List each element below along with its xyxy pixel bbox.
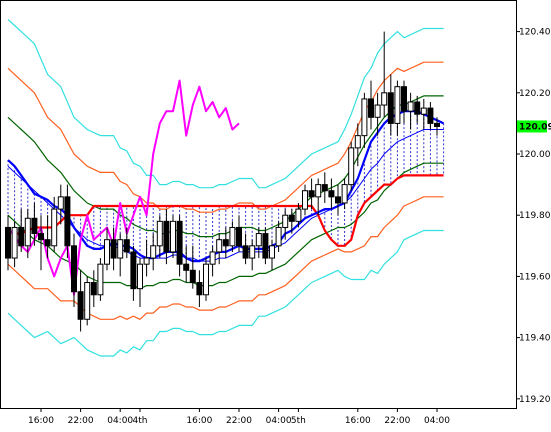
candle-up	[269, 245, 275, 259]
candle-down	[44, 239, 51, 247]
candle-down	[123, 239, 130, 253]
candle-up	[150, 245, 157, 259]
candle-down	[163, 220, 170, 253]
candle-down	[77, 291, 84, 320]
candle-down	[5, 226, 11, 259]
candle-up	[104, 239, 110, 265]
y-tick-label: 119.20	[519, 395, 551, 405]
candle-down	[176, 220, 183, 265]
current-price-marker: 120.09	[517, 120, 551, 132]
candle-up	[137, 263, 143, 290]
candle-down	[189, 269, 196, 284]
candle-down	[328, 190, 335, 198]
candle-down	[130, 251, 137, 290]
candle-up	[209, 251, 216, 265]
candle-down	[242, 245, 249, 259]
candle-up	[348, 147, 355, 186]
candle-down	[308, 190, 315, 198]
candle-down	[64, 196, 71, 247]
candle-down	[183, 263, 190, 271]
candle-up	[394, 86, 401, 124]
y-tick-label: 120.20	[519, 89, 551, 99]
y-tick-label: 119.80	[519, 211, 551, 221]
candle-down	[222, 239, 229, 247]
candle-up	[341, 184, 348, 204]
candle-down	[236, 226, 242, 247]
candle-up	[51, 208, 58, 247]
x-tick-label: 04:00	[266, 416, 292, 426]
candle-up	[354, 135, 361, 149]
candle-up	[282, 214, 289, 228]
candle-down	[196, 282, 203, 296]
candle-down	[434, 122, 440, 127]
candle-down	[335, 196, 341, 204]
candle-down	[71, 245, 77, 293]
x-tick-label: 22:00	[226, 416, 252, 426]
candle-up	[156, 220, 163, 247]
candle-up	[229, 226, 236, 247]
candle-down	[387, 92, 394, 124]
x-tick-label: 5th	[291, 416, 306, 426]
candle-down	[38, 233, 44, 241]
y-tick-label: 119.40	[519, 334, 551, 344]
candle-down	[368, 98, 374, 118]
candle-down	[262, 233, 269, 259]
candle-up	[295, 208, 302, 222]
x-tick-label: 22:00	[384, 416, 410, 426]
candle-up	[216, 239, 223, 253]
y-tick-label: 120.40	[519, 28, 551, 38]
candle-up	[420, 107, 427, 115]
x-axis: 16:00 22:00 04:00 4th 16:00 22:00 04:00 5th 16:0…	[28, 408, 450, 426]
candle-up	[249, 245, 256, 259]
x-tick-label: 16:00	[186, 416, 212, 426]
x-tick-label: 16:00	[345, 416, 371, 426]
y-axis: 120.40 120.20 120.00 119.80 119.60 119.40 119.…	[516, 28, 551, 405]
y-tick-label: 119.60	[519, 272, 551, 282]
candle-up	[275, 226, 282, 247]
candlestick-chart: 120.40 120.20 120.00 119.80 119.60 119.40 119.…	[0, 0, 551, 426]
candle-up	[381, 92, 388, 106]
candle-up	[407, 101, 414, 112]
candle-up	[84, 282, 91, 320]
x-tick-label: 22:00	[68, 416, 94, 426]
y-tick-label: 120.00	[519, 150, 551, 160]
candle-down	[427, 107, 434, 124]
candle-up	[302, 190, 308, 210]
candle-up	[117, 239, 124, 259]
candle-up	[143, 257, 150, 265]
candle-down	[31, 217, 38, 235]
current-price-label: 120.09	[519, 122, 551, 132]
x-tick-label: 04:00	[107, 416, 133, 426]
candle-down	[110, 239, 117, 259]
candle-down	[414, 101, 421, 115]
candle-down	[90, 282, 97, 296]
x-tick-label: 16:00	[28, 416, 54, 426]
candle-up	[203, 263, 209, 296]
candle-up	[374, 104, 381, 118]
candle-up	[11, 226, 18, 259]
candle-up	[57, 196, 64, 210]
x-tick-label: 4th	[133, 416, 148, 426]
candle-up	[170, 220, 176, 253]
candle-up	[315, 184, 322, 198]
candle-up	[24, 217, 31, 247]
candle-down	[321, 184, 328, 192]
candle-down	[18, 226, 25, 247]
candle-up	[361, 98, 368, 137]
candle-up	[255, 233, 262, 247]
candle-down	[401, 86, 407, 112]
x-tick-label: 04:00	[424, 416, 450, 426]
candle-up	[97, 263, 104, 296]
candle-down	[288, 214, 295, 222]
